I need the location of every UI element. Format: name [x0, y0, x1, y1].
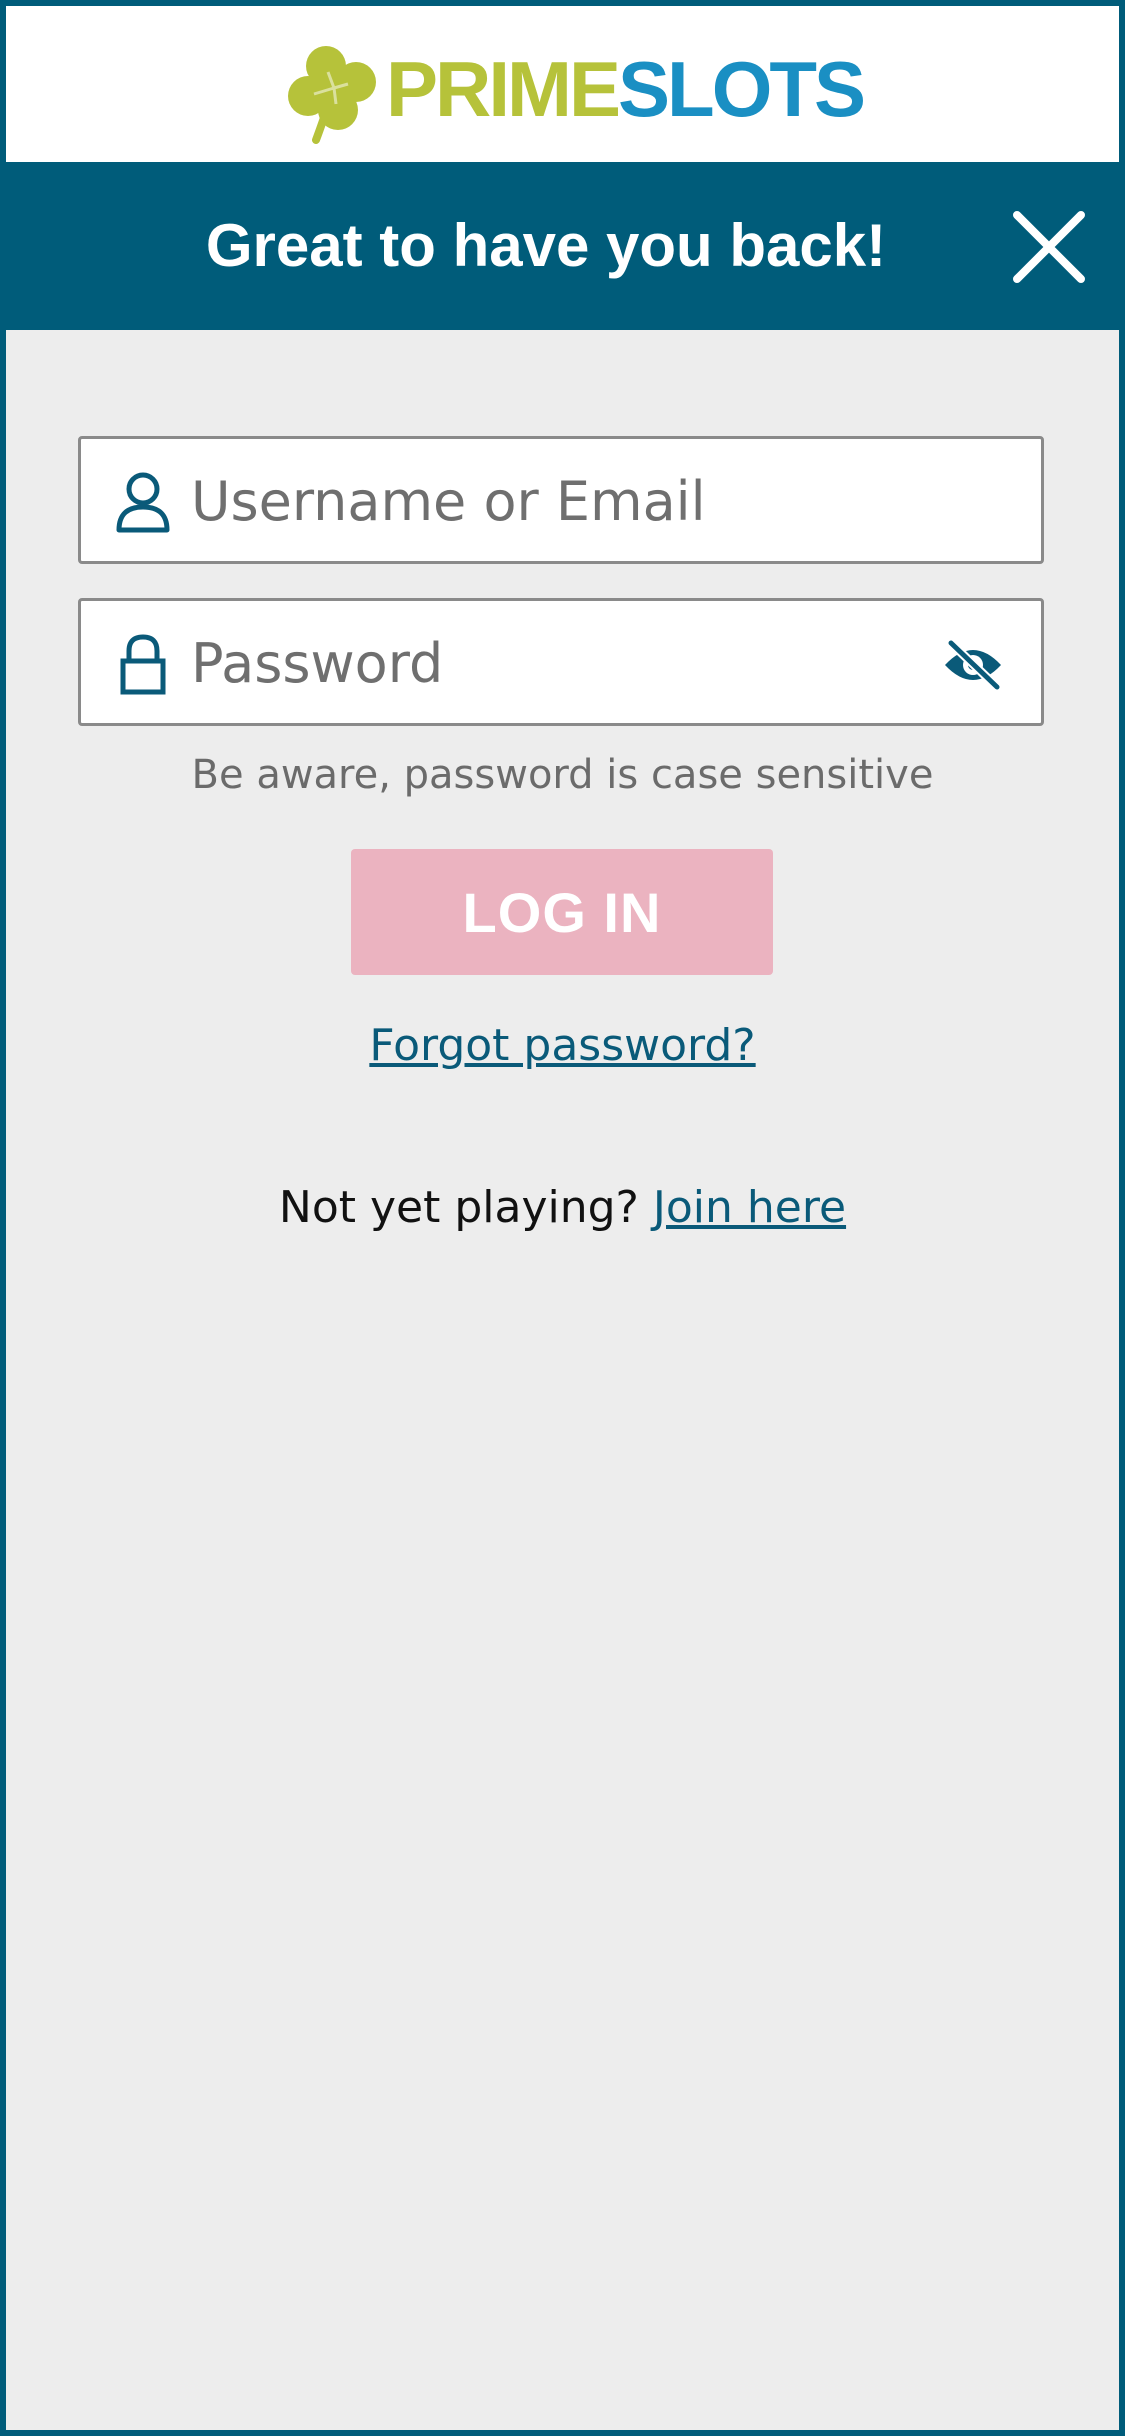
- toggle-password-visibility-button[interactable]: [941, 638, 1005, 692]
- username-field[interactable]: [78, 436, 1044, 564]
- user-icon: [116, 472, 170, 533]
- prime-slots-logo[interactable]: PRIMESLOTS: [286, 44, 866, 144]
- banner-title: Great to have you back!: [205, 212, 887, 279]
- join-here-link[interactable]: Join here: [653, 1182, 846, 1233]
- login-button[interactable]: LOG IN: [351, 849, 773, 975]
- close-button[interactable]: [1011, 209, 1087, 285]
- forgot-password-link[interactable]: Forgot password?: [369, 1020, 755, 1071]
- logo-wordmark: PRIMESLOTS: [386, 45, 866, 133]
- password-hint: Be aware, password is case sensitive: [191, 752, 934, 798]
- login-screen: PRIMESLOTS Great to have you back! Usern…: [0, 0, 1125, 2436]
- logo-slots-text: SLOTS: [618, 45, 866, 133]
- lock-icon: [120, 634, 166, 695]
- logo-prime-text: PRIME: [386, 45, 621, 133]
- close-icon: [1013, 211, 1085, 283]
- password-field[interactable]: [78, 598, 1044, 726]
- password-input[interactable]: [191, 611, 951, 715]
- signup-prompt: Not yet playing? Join here: [6, 1182, 1119, 1233]
- eye-slash-icon: [945, 638, 1002, 692]
- forgot-password-row: Forgot password?: [6, 1020, 1119, 1071]
- username-input[interactable]: [191, 449, 951, 553]
- not-playing-text: Not yet playing?: [278, 1182, 639, 1233]
- header-bar: PRIMESLOTS: [6, 6, 1119, 162]
- welcome-banner: Great to have you back!: [6, 162, 1119, 330]
- clover-icon: [288, 46, 376, 144]
